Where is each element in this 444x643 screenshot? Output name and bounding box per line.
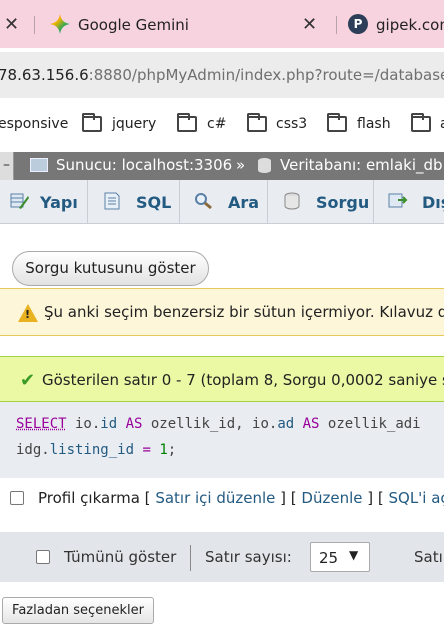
- folder-icon: [82, 116, 102, 132]
- sql-text: ozellik_adi: [328, 416, 421, 432]
- row-count-select[interactable]: 25 ▼: [310, 542, 370, 572]
- sql-line-2: idg.listing_id = 1;: [16, 442, 176, 458]
- warning-icon: !: [18, 304, 38, 322]
- sql-text: idg.: [16, 442, 50, 458]
- browser-tab-strip: ✕ Google Gemini ✕ P gipek.com: [0, 0, 444, 48]
- tab-sql[interactable]: SQL: [88, 180, 180, 224]
- sql-text: io.: [67, 416, 101, 432]
- bracket-separator: ] [: [275, 489, 301, 507]
- bookmark-jquery[interactable]: jquery: [112, 116, 156, 132]
- sql-keyword: AS: [294, 416, 328, 432]
- sql-line-1: SELECT io.id AS ozellik_id, io.ad AS oze…: [16, 416, 421, 432]
- sql-icon: [102, 192, 122, 210]
- tab-export[interactable]: Dış: [374, 180, 444, 224]
- show-all-checkbox[interactable]: [36, 550, 50, 564]
- structure-icon: [10, 192, 30, 210]
- show-all-label[interactable]: Tümünü göster: [64, 548, 176, 566]
- row-count-value: 25: [319, 549, 338, 567]
- more-options-button[interactable]: Fazladan seçenekler: [2, 597, 154, 624]
- row-count-label: Satır sayısı:: [205, 548, 292, 566]
- tab-label: Dış: [422, 193, 444, 212]
- collapse-handle[interactable]: –: [0, 152, 14, 180]
- tab-google-gemini[interactable]: Google Gemini ✕: [44, 8, 334, 42]
- bookmark-css3[interactable]: css3: [276, 116, 307, 132]
- breadcrumb-separator: »: [236, 156, 245, 174]
- export-icon: [388, 192, 408, 210]
- tab-label: Ara: [228, 193, 259, 212]
- database-icon: [258, 158, 271, 173]
- divider: [190, 545, 191, 571]
- sql-text: ozellik_id, io.: [151, 416, 277, 432]
- breadcrumb-database[interactable]: Veritabanı: emlaki_db: [280, 156, 443, 174]
- inline-edit-link[interactable]: Satır içi düzenle: [155, 489, 275, 507]
- bookmark-csharp[interactable]: c#: [207, 116, 226, 132]
- bookmarks-bar: esponsive jquery c# css3 flash a: [0, 104, 444, 148]
- close-tab-icon[interactable]: ✕: [4, 14, 19, 35]
- search-icon: [194, 192, 214, 210]
- tab-label: Sorgu: [316, 193, 369, 212]
- success-message: ✔ Gösterilen satır 0 - 7 (toplam 8, Sorg…: [0, 356, 444, 402]
- bookmark-a[interactable]: a: [440, 116, 444, 132]
- tab-query[interactable]: Sorgu: [268, 180, 374, 224]
- check-icon: ✔: [20, 370, 35, 391]
- sql-column: listing_id: [50, 442, 134, 458]
- bracket-separator: ] [: [362, 489, 388, 507]
- tab-title: gipek.com: [376, 16, 444, 34]
- tab-structure[interactable]: Yapı: [0, 180, 88, 224]
- sql-number: 1: [159, 442, 167, 458]
- sql-column: id: [100, 416, 117, 432]
- sql-operator: =: [134, 442, 159, 458]
- tab-search[interactable]: Ara: [180, 180, 268, 224]
- breadcrumb-server[interactable]: Sunucu: localhost:3306: [56, 156, 232, 174]
- profiling-row: Profil çıkarma [ Satır içi düzenle ] [ D…: [0, 478, 444, 518]
- database-menu-tabs: Yapı SQL Ara Sorgu Dış: [0, 180, 444, 224]
- gemini-sparkle-icon: [50, 14, 70, 34]
- tab-label: Yapı: [40, 193, 78, 212]
- tab-divider: [34, 16, 35, 34]
- profiling-links: Profil çıkarma [ Satır içi düzenle ] [ D…: [38, 489, 444, 507]
- query-icon: [282, 192, 302, 210]
- result-navigation-bar: Tümünü göster Satır sayısı: 25 ▼ Satı: [0, 532, 444, 582]
- warning-notice: ! Şu anki seçim benzersiz bir sütun içer…: [0, 288, 444, 336]
- profiling-checkbox[interactable]: [10, 491, 24, 505]
- sql-keyword-select[interactable]: SELECT: [16, 416, 67, 432]
- success-text: Gösterilen satır 0 - 7 (toplam 8, Sorgu …: [42, 371, 444, 389]
- tab-gipek[interactable]: P gipek.com: [344, 8, 444, 42]
- gipek-p-icon: P: [348, 14, 368, 34]
- close-tab-icon[interactable]: ✕: [302, 14, 317, 35]
- folder-icon: [247, 116, 267, 132]
- server-icon: [30, 158, 48, 172]
- bookmark-responsive[interactable]: esponsive: [0, 116, 68, 132]
- sql-column: ad: [277, 416, 294, 432]
- filter-rows-label: Satı: [414, 548, 443, 566]
- tab-title: Google Gemini: [78, 16, 189, 34]
- sql-query-display: SELECT io.id AS ozellik_id, io.ad AS oze…: [0, 402, 444, 478]
- edit-link[interactable]: Düzenle: [301, 489, 362, 507]
- sql-text: ;: [168, 442, 176, 458]
- breadcrumb: – Sunucu: localhost:3306 » Veritabanı: e…: [0, 152, 444, 180]
- address-bar[interactable]: 78.63.156.6:8880/phpMyAdmin/index.php?ro…: [0, 52, 444, 98]
- url-path: :8880/phpMyAdmin/index.php?route=/databa…: [89, 66, 444, 84]
- tab-divider: [336, 16, 337, 34]
- sql-keyword: AS: [117, 416, 151, 432]
- chevron-down-icon: ▼: [349, 548, 358, 562]
- warning-text: Şu anki seçim benzersiz bir sütun içermi…: [44, 303, 444, 321]
- tab-label: SQL: [136, 193, 171, 212]
- folder-icon: [327, 116, 347, 132]
- profiling-label: Profil çıkarma [: [38, 489, 155, 507]
- url-text[interactable]: 78.63.156.6:8880/phpMyAdmin/index.php?ro…: [0, 66, 444, 84]
- url-host: 78.63.156.6: [0, 66, 89, 84]
- folder-icon: [411, 116, 431, 132]
- folder-icon: [177, 116, 197, 132]
- explain-sql-link[interactable]: SQL'i açık: [389, 489, 444, 507]
- bookmark-flash[interactable]: flash: [357, 116, 391, 132]
- show-query-box-button[interactable]: Sorgu kutusunu göster: [12, 251, 209, 286]
